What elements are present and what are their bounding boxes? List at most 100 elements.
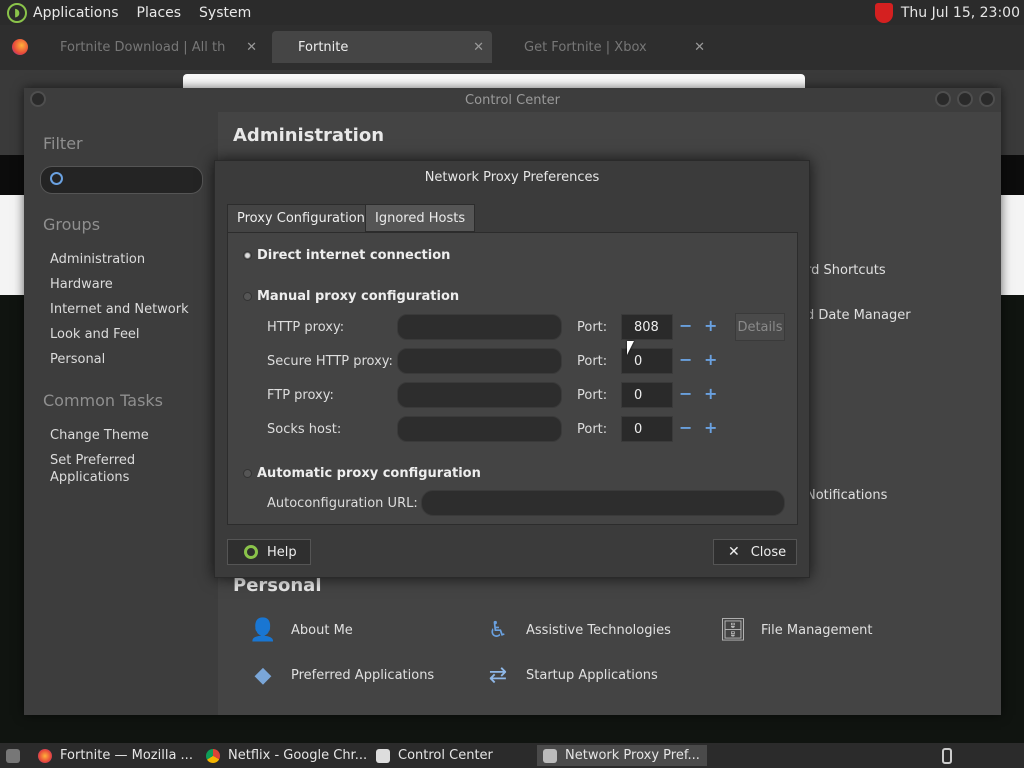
increment-icon[interactable]: + <box>704 350 717 369</box>
sidebar-item-internet[interactable]: Internet and Network <box>50 301 189 318</box>
details-button[interactable]: Details <box>735 313 785 341</box>
top-panel: ◗ Applications Places System Thu Jul 15,… <box>0 0 1024 25</box>
control-center-icon <box>376 748 390 763</box>
window-title: Control Center <box>465 92 560 108</box>
http-port-input[interactable]: 808 <box>621 314 673 340</box>
task-change-theme[interactable]: Change Theme <box>50 427 149 444</box>
item-label: Notifications <box>806 488 888 503</box>
socks-host-input[interactable] <box>397 416 562 442</box>
menu-applications[interactable]: Applications <box>33 5 119 21</box>
notifications-item[interactable]: Notifications <box>806 488 887 503</box>
close-icon[interactable]: ✕ <box>246 40 257 55</box>
autoconfig-url-input[interactable] <box>421 490 785 516</box>
bottom-taskbar: Fortnite — Mozilla ... Netflix - Google … <box>0 743 1024 768</box>
item-label: Startup Applications <box>526 667 658 683</box>
search-icon <box>50 172 63 185</box>
radio-automatic[interactable]: Automatic proxy configuration <box>243 466 481 481</box>
file-management-item[interactable]: 🗄 File Management <box>718 615 873 645</box>
sidebar-item-personal[interactable]: Personal <box>50 351 105 368</box>
url-bar[interactable] <box>183 74 805 88</box>
filter-heading: Filter <box>43 134 83 153</box>
ftp-port-input[interactable]: 0 <box>621 382 673 408</box>
close-button[interactable]: ✕ Close <box>713 539 797 565</box>
decrement-icon[interactable]: − <box>679 350 692 369</box>
increment-icon[interactable]: + <box>704 418 717 437</box>
tab-label: Fortnite Download | All th <box>60 39 226 55</box>
workspace-icon <box>942 747 952 764</box>
task-chrome[interactable]: Netflix - Google Chr... <box>200 745 368 766</box>
increment-icon[interactable]: + <box>704 384 717 403</box>
radio-direct[interactable]: Direct internet connection <box>243 248 450 263</box>
task-preferred-apps[interactable]: Set Preferred Applications <box>50 452 160 486</box>
decrement-icon[interactable]: − <box>679 418 692 437</box>
personal-heading: Personal <box>233 575 322 596</box>
window-menu-icon[interactable] <box>30 91 46 107</box>
maximize-icon[interactable] <box>957 91 973 107</box>
port-label: Port: <box>577 422 608 437</box>
task-label: Fortnite — Mozilla ... <box>60 748 193 763</box>
secure-http-proxy-input[interactable] <box>397 348 562 374</box>
workspace-switcher[interactable] <box>936 745 960 766</box>
close-window-icon[interactable] <box>979 91 995 107</box>
accessibility-icon: ♿ <box>488 617 508 643</box>
tab-proxy-configuration[interactable]: Proxy Configuration <box>227 204 375 232</box>
filter-input[interactable] <box>40 166 203 194</box>
ftp-proxy-input[interactable] <box>397 382 562 408</box>
browser-tabbar: Fortnite Download | All th ✕ Fortnite ✕ … <box>0 25 1024 70</box>
distro-logo-icon[interactable]: ◗ <box>7 2 27 23</box>
sidebar-item-hardware[interactable]: Hardware <box>50 276 113 293</box>
item-label: d Date Manager <box>806 308 911 323</box>
task-network-proxy[interactable]: Network Proxy Pref... <box>537 745 707 766</box>
show-desktop-icon[interactable] <box>0 745 28 766</box>
clock[interactable]: Thu Jul 15, 23:00 <box>901 5 1020 21</box>
menu-system[interactable]: System <box>199 5 251 21</box>
common-tasks-heading: Common Tasks <box>43 391 164 410</box>
minimize-icon[interactable] <box>935 91 951 107</box>
increment-icon[interactable]: + <box>704 316 717 335</box>
assistive-tech-item[interactable]: ♿ Assistive Technologies <box>483 615 671 645</box>
close-icon[interactable]: ✕ <box>473 40 484 55</box>
task-label: Network Proxy Pref... <box>565 748 700 763</box>
port-label: Port: <box>577 320 608 335</box>
startup-icon: ⇄ <box>488 662 508 688</box>
administration-heading: Administration <box>233 125 385 146</box>
port-label: Port: <box>577 354 608 369</box>
shield-icon[interactable] <box>874 2 893 23</box>
sidebar-item-look-feel[interactable]: Look and Feel <box>50 326 140 343</box>
item-label: About Me <box>291 622 353 638</box>
radio-label: Manual proxy configuration <box>257 289 460 304</box>
task-firefox[interactable]: Fortnite — Mozilla ... <box>32 745 197 766</box>
tray: Thu Jul 15, 23:00 <box>874 0 1020 25</box>
close-icon[interactable]: ✕ <box>694 40 705 55</box>
browser-tab-2[interactable]: Fortnite ✕ <box>272 31 492 63</box>
dialog-title[interactable]: Network Proxy Preferences <box>215 161 809 193</box>
browser-tab-3[interactable]: Get Fortnite | Xbox ✕ <box>498 31 713 63</box>
decrement-icon[interactable]: − <box>679 384 692 403</box>
tab-ignored-hosts[interactable]: Ignored Hosts <box>365 204 476 232</box>
close-icon: ✕ <box>728 544 740 560</box>
about-me-item[interactable]: 👤 About Me <box>248 615 353 645</box>
help-button[interactable]: Help <box>227 539 311 565</box>
decrement-icon[interactable]: − <box>679 316 692 335</box>
browser-tab-1[interactable]: Fortnite Download | All th ✕ <box>50 31 265 63</box>
preferred-apps-item[interactable]: ◆ Preferred Applications <box>248 660 435 690</box>
menu-places[interactable]: Places <box>137 5 182 21</box>
http-proxy-input[interactable] <box>397 314 562 340</box>
date-manager-item[interactable]: d Date Manager <box>806 308 911 323</box>
item-label: File Management <box>761 622 873 638</box>
groups-heading: Groups <box>43 215 101 234</box>
task-control-center[interactable]: Control Center <box>370 745 530 766</box>
keyboard-shortcuts-item[interactable]: rd Shortcuts <box>806 263 886 278</box>
button-label: Help <box>267 544 297 560</box>
diamond-icon: ◆ <box>254 662 272 688</box>
item-label: Preferred Applications <box>291 667 435 683</box>
autoconfig-url-label: Autoconfiguration URL: <box>267 496 418 511</box>
mouse-pointer-icon <box>627 341 634 355</box>
socks-host-label: Socks host: <box>267 422 342 437</box>
sidebar-item-administration[interactable]: Administration <box>50 251 145 268</box>
control-center-titlebar[interactable]: Control Center <box>24 88 1001 112</box>
socks-port-input[interactable]: 0 <box>621 416 673 442</box>
startup-apps-item[interactable]: ⇄ Startup Applications <box>483 660 658 690</box>
tab-label: Fortnite <box>298 39 349 55</box>
radio-manual[interactable]: Manual proxy configuration <box>243 289 459 304</box>
